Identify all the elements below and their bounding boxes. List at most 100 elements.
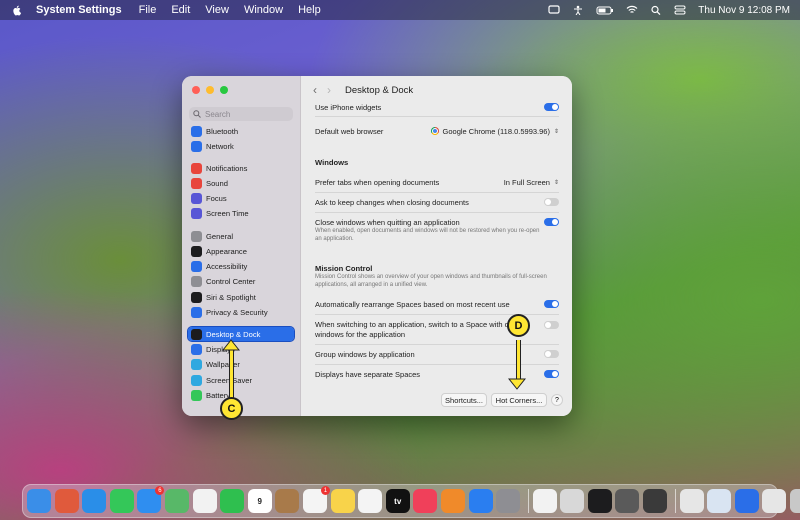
sidebar-item-notifications[interactable]: Notifications: [188, 161, 294, 175]
sidebar-item-label: Wallpaper: [206, 359, 240, 369]
label-auto-rearrange: Automatically rearrange Spaces based on …: [315, 299, 510, 309]
sidebar-item-control-center[interactable]: Control Center: [188, 274, 294, 288]
sidebar-item-sound[interactable]: Sound: [188, 176, 294, 190]
sidebar-item-appearance[interactable]: Appearance: [188, 244, 294, 258]
freeform-icon[interactable]: [358, 489, 383, 513]
screenshot-icon[interactable]: [615, 489, 640, 513]
section-windows-heading: Windows: [315, 158, 349, 167]
sidebar-item-label: Focus: [206, 193, 227, 203]
control-center-icon[interactable]: [674, 5, 686, 15]
sidebar-item-siri-spotlight[interactable]: Siri & Spotlight: [188, 290, 294, 304]
sidebar-item-general[interactable]: General: [188, 229, 294, 243]
sidebar-item-bluetooth[interactable]: Bluetooth: [188, 124, 294, 138]
sidebar-item-screen-saver[interactable]: Screen Saver: [188, 373, 294, 387]
toolbar: ‹ › Desktop & Dock: [301, 76, 572, 104]
battery-icon: [191, 389, 202, 401]
reminders-icon[interactable]: 1: [302, 486, 330, 513]
messages-icon[interactable]: [109, 489, 134, 513]
trash-icon[interactable]: [790, 489, 800, 513]
facetime-icon[interactable]: [220, 489, 245, 513]
menu-view[interactable]: View: [205, 4, 229, 16]
zoom-button[interactable]: [220, 86, 228, 94]
label-iphone-widgets: Use iPhone widgets: [315, 102, 382, 112]
bluetooth-icon: [191, 125, 202, 137]
calendar-icon[interactable]: 9: [247, 489, 272, 513]
apple-menu-icon[interactable]: [12, 5, 22, 16]
sidebar-item-wallpaper[interactable]: Wallpaper: [188, 357, 294, 371]
toggle-ask-keep[interactable]: [544, 198, 559, 206]
spotlight-icon[interactable]: [650, 5, 662, 16]
close-windows-description: When enabled, open documents and windows…: [315, 228, 540, 242]
row-close-windows: Close windows when quitting an applicati…: [315, 217, 559, 227]
recent-window-4-icon[interactable]: [762, 489, 787, 513]
books-icon[interactable]: [440, 489, 465, 513]
displays-icon: [191, 343, 202, 355]
sidebar-item-privacy-security[interactable]: Privacy & Security: [188, 305, 294, 319]
toggle-group-windows[interactable]: [544, 350, 559, 358]
help-button[interactable]: ?: [551, 394, 563, 406]
toggle-auto-rearrange[interactable]: [544, 300, 559, 308]
row-default-browser: Default web browser Google Chrome (118.0…: [315, 125, 559, 137]
system-settings-icon[interactable]: [496, 489, 521, 513]
toggle-switch-space[interactable]: [544, 321, 559, 329]
system-settings-window: Search Bluetooth Network Notifications Soun…: [182, 76, 572, 416]
menu-clock[interactable]: Thu Nov 9 12:08 PM: [698, 5, 790, 16]
close-button[interactable]: [192, 86, 200, 94]
preview-icon[interactable]: [560, 489, 585, 513]
display-menu-icon[interactable]: [548, 5, 560, 15]
recent-window-2-icon[interactable]: [707, 489, 732, 513]
photos-icon[interactable]: [192, 489, 217, 513]
label-prefer-tabs: Prefer tabs when opening documents: [315, 177, 440, 187]
menu-edit[interactable]: Edit: [171, 4, 190, 16]
sidebar-item-accessibility[interactable]: Accessibility: [188, 259, 294, 273]
notes-brown-icon[interactable]: [275, 489, 300, 513]
minimize-button[interactable]: [206, 86, 214, 94]
menu-app-name[interactable]: System Settings: [36, 4, 122, 16]
forward-chevron-icon[interactable]: ›: [327, 83, 331, 97]
menu-window[interactable]: Window: [244, 4, 283, 16]
recent-window-3-icon[interactable]: [734, 489, 759, 513]
hot-corners-button[interactable]: Hot Corners...: [491, 393, 547, 407]
dock: 6 9 1 tv: [22, 484, 800, 518]
appearance-icon: [191, 245, 202, 257]
privacy-icon: [191, 306, 202, 318]
activity-monitor-icon[interactable]: [587, 489, 612, 513]
notes-icon[interactable]: [330, 489, 355, 513]
toggle-close-windows[interactable]: [544, 218, 559, 226]
terminal-icon[interactable]: [643, 489, 668, 513]
toggle-iphone-widgets[interactable]: [544, 103, 559, 111]
sidebar-item-screen-time[interactable]: Screen Time: [188, 206, 294, 220]
maps-icon[interactable]: [164, 489, 189, 513]
sidebar-item-battery[interactable]: Battery: [188, 388, 294, 402]
chrome-icon[interactable]: [532, 489, 557, 513]
finder-icon[interactable]: [27, 489, 51, 513]
window-controls: [192, 86, 228, 94]
search-field[interactable]: Search: [189, 107, 293, 121]
safari-icon[interactable]: [82, 489, 107, 513]
browser-popup[interactable]: Google Chrome (118.0.5993.96) ⇕: [430, 127, 559, 136]
menu-file[interactable]: File: [139, 4, 157, 16]
control-center-icon: [191, 275, 202, 287]
section-mission-control-heading: Mission Control: [315, 264, 373, 273]
sidebar-item-desktop-dock[interactable]: Desktop & Dock: [187, 326, 295, 342]
back-chevron-icon[interactable]: ‹: [313, 83, 317, 97]
battery-menu-icon[interactable]: [596, 5, 614, 15]
menu-help[interactable]: Help: [298, 4, 321, 16]
notification-badge: 6: [155, 486, 165, 495]
row-ask-keep: Ask to keep changes when closing documen…: [315, 197, 559, 207]
shortcuts-button[interactable]: Shortcuts...: [441, 393, 487, 407]
app-store-icon[interactable]: [468, 489, 493, 513]
prefer-tabs-popup[interactable]: In Full Screen ⇕: [504, 178, 559, 187]
wifi-icon[interactable]: [626, 5, 638, 15]
sidebar-item-displays[interactable]: Displays: [188, 342, 294, 356]
sidebar-item-network[interactable]: Network: [188, 139, 294, 153]
toggle-separate-spaces[interactable]: [544, 370, 559, 378]
music-icon[interactable]: [413, 489, 438, 513]
recent-window-1-icon[interactable]: [679, 489, 704, 513]
divider: [315, 344, 559, 345]
accessibility-menu-icon[interactable]: [572, 5, 584, 16]
apple-tv-icon[interactable]: tv: [385, 489, 410, 513]
sidebar-item-focus[interactable]: Focus: [188, 191, 294, 205]
launchpad-icon[interactable]: [54, 489, 79, 513]
mail-icon[interactable]: 6: [137, 486, 165, 513]
